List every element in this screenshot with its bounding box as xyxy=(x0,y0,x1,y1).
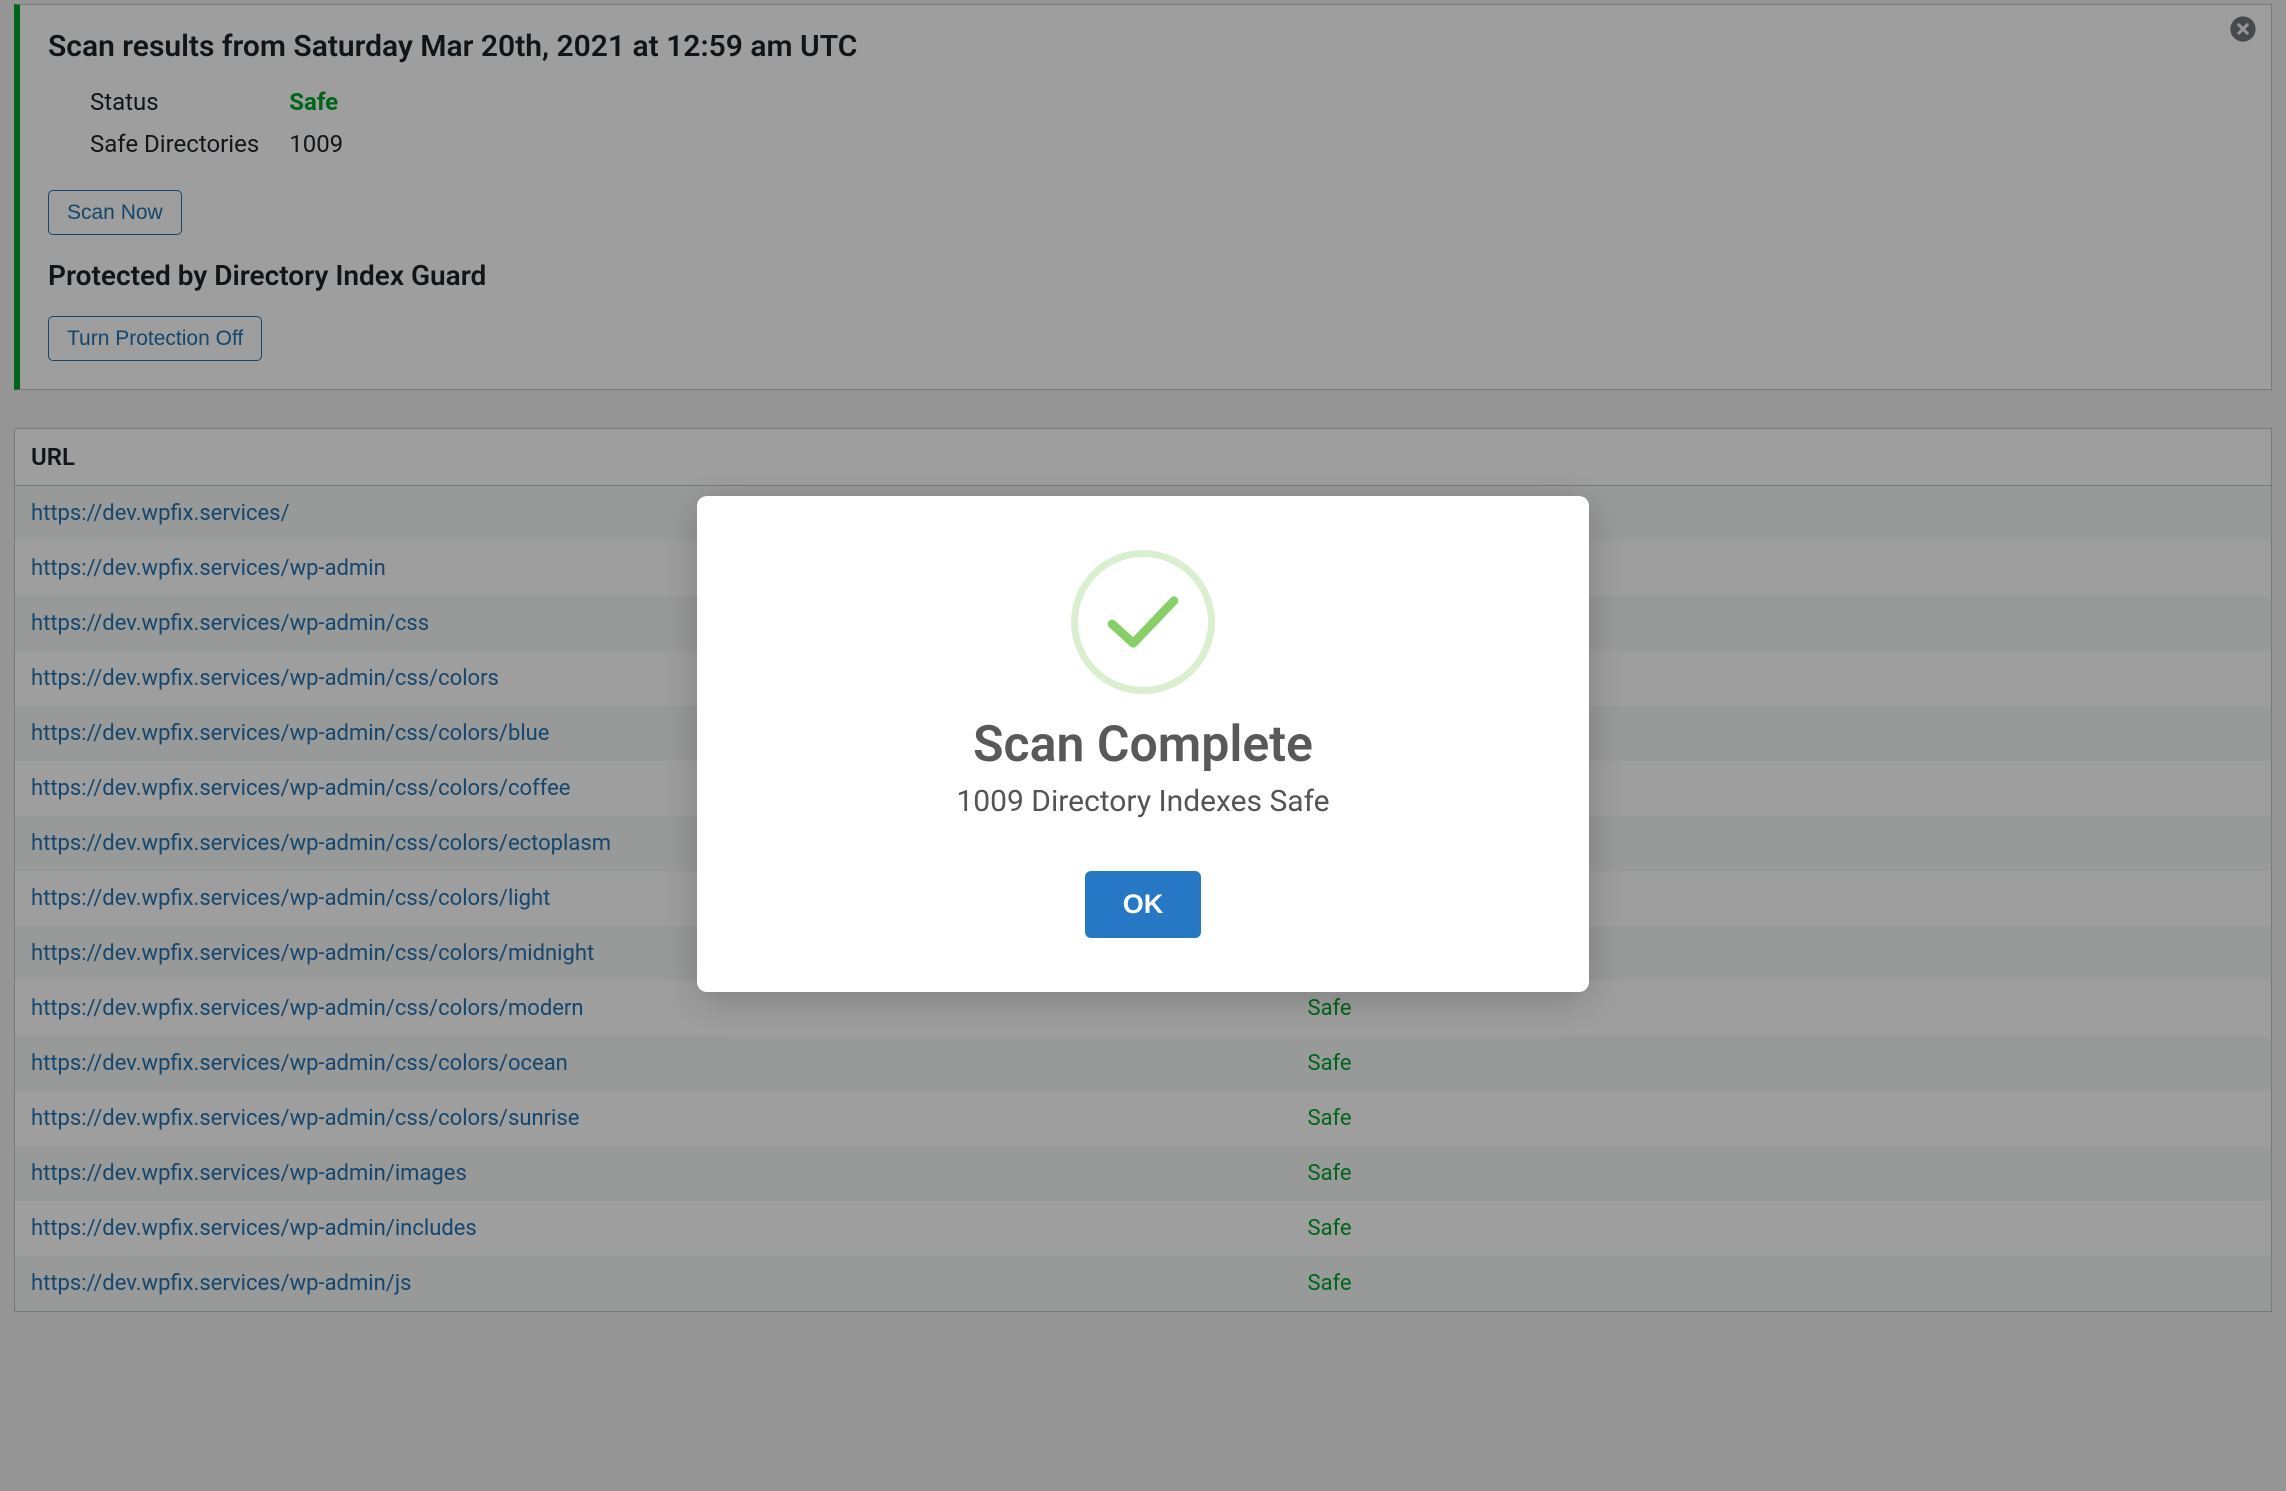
success-icon xyxy=(1071,550,1215,694)
modal-message: 1009 Directory Indexes Safe xyxy=(737,784,1549,819)
ok-button[interactable]: OK xyxy=(1085,871,1202,938)
scan-complete-dialog: Scan Complete 1009 Directory Indexes Saf… xyxy=(697,496,1589,992)
modal-title: Scan Complete xyxy=(737,716,1549,774)
modal-overlay[interactable]: Scan Complete 1009 Directory Indexes Saf… xyxy=(0,0,2286,1491)
